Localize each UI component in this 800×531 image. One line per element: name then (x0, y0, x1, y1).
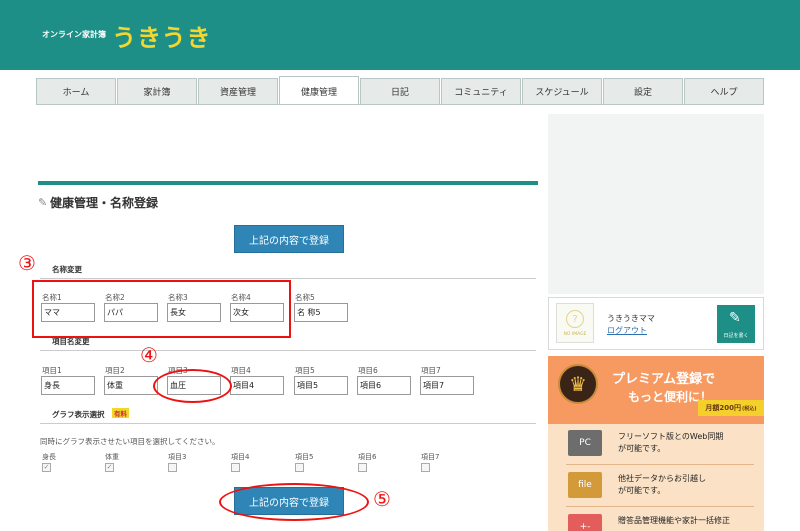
premium-feature: file 他社データからお引越し が可能です。 (566, 468, 754, 504)
item-input-7[interactable]: 項目7 (420, 376, 474, 395)
graph-checkbox-5[interactable] (295, 463, 304, 472)
price-note: (税込) (742, 405, 757, 412)
item-label-1: 項目1 (42, 366, 62, 375)
tab-community[interactable]: コミュニティ (441, 78, 521, 104)
write-diary-button[interactable]: ✎ 日記を書く (717, 305, 755, 343)
page-title: 健康管理・名称登録 (50, 196, 159, 210)
logout-link[interactable]: ログアウト (607, 325, 647, 336)
graph-checkbox-label-3: 項目3 (168, 453, 187, 461)
logo[interactable]: うきうき (112, 18, 212, 53)
annotation-highlight-item3 (153, 369, 232, 403)
tab-help[interactable]: ヘルプ (684, 78, 764, 104)
annotation-step-4: ④ (140, 343, 158, 367)
ad-placeholder (548, 114, 764, 294)
pen-icon: ✎ (729, 310, 741, 326)
name-label-5: 名称5 (295, 293, 315, 302)
item-label-4: 項目4 (231, 366, 251, 375)
item-input-1[interactable]: 身長 (41, 376, 95, 395)
tab-household-account[interactable]: 家計簿 (117, 78, 197, 104)
avatar: ? NO IMAGE (556, 303, 594, 343)
graph-checkbox-6[interactable] (358, 463, 367, 472)
graph-checkbox-label-6: 項目6 (358, 453, 377, 461)
graph-hint: 同時にグラフ表示させたい項目を選択してください。 (40, 437, 220, 446)
divider (40, 278, 536, 279)
annotation-highlight-submit (219, 483, 369, 521)
user-name: うきうきママ (607, 314, 655, 323)
graph-heading: グラフ表示選択 (52, 410, 105, 419)
calculator-icon: +- (568, 514, 602, 531)
tab-settings[interactable]: 設定 (603, 78, 683, 104)
item-label-5: 項目5 (295, 366, 315, 375)
premium-feature-text: 贈答品管理機能や家計一括修正 (618, 516, 730, 525)
computer-icon: PC (568, 430, 602, 456)
graph-checkbox-label-4: 項目4 (231, 453, 250, 461)
divider (566, 506, 754, 507)
graph-checkbox-label-7: 項目7 (421, 453, 440, 461)
crown-icon: ♛ (558, 364, 598, 404)
item-label-2: 項目2 (105, 366, 125, 375)
annotation-step-3: ③ (18, 251, 36, 275)
title-bar (38, 181, 538, 185)
site-header: オンライン家計簿 うきうき (0, 0, 800, 70)
graph-checkbox-1[interactable]: ✓ (42, 463, 51, 472)
graph-checkbox-3[interactable] (168, 463, 177, 472)
price-ribbon: 月額200円 (税込) (698, 400, 764, 416)
graph-checkbox-4[interactable] (231, 463, 240, 472)
avatar-placeholder-text: NO IMAGE (563, 332, 587, 337)
premium-feature-text: 他社データからお引越し が可能です。 (618, 474, 706, 495)
name-input-5[interactable]: 名 称5 (294, 303, 348, 322)
graph-checkbox-label-5: 項目5 (295, 453, 314, 461)
tab-health[interactable]: 健康管理 (279, 76, 359, 105)
item-input-6[interactable]: 項目6 (357, 376, 411, 395)
write-diary-label: 日記を書く (723, 333, 749, 339)
item-label-6: 項目6 (358, 366, 378, 375)
premium-banner[interactable]: ♛ プレミアム登録で もっと便利に！ 月額200円 (税込) PC フリーソフト… (548, 356, 764, 531)
annotation-step-5: ⑤ (373, 487, 391, 511)
paid-badge: 有料 (112, 408, 129, 418)
premium-feature: PC フリーソフト版とのWeb同期 が可能です。 (566, 426, 754, 462)
pencil-icon: ✎ (38, 196, 48, 209)
graph-checkbox-label-2: 体重 (105, 453, 119, 461)
item-label-7: 項目7 (421, 366, 441, 375)
item-input-2[interactable]: 体重 (104, 376, 158, 395)
premium-title: プレミアム登録で (612, 372, 716, 387)
divider (40, 423, 536, 424)
graph-checkbox-2[interactable]: ✓ (105, 463, 114, 472)
divider (566, 464, 754, 465)
question-icon: ? (566, 310, 584, 328)
tabs-divider (36, 104, 764, 105)
graph-checkbox-label-1: 身長 (42, 453, 56, 461)
names-heading: 名称変更 (52, 265, 82, 274)
price: 月額200円 (705, 404, 742, 412)
graph-checkbox-7[interactable] (421, 463, 430, 472)
tab-diary[interactable]: 日記 (360, 78, 440, 104)
annotation-highlight-names (32, 280, 291, 338)
divider (40, 350, 536, 351)
submit-button-top[interactable]: 上記の内容で登録 (234, 225, 344, 253)
file-icon: file (568, 472, 602, 498)
tab-home[interactable]: ホーム (36, 78, 116, 104)
item-input-4[interactable]: 項目4 (230, 376, 284, 395)
tab-assets[interactable]: 資産管理 (198, 78, 278, 104)
item-input-5[interactable]: 項目5 (294, 376, 348, 395)
premium-feature-text: フリーソフト版とのWeb同期 が可能です。 (618, 432, 724, 453)
tab-schedule[interactable]: スケジュール (522, 78, 602, 104)
premium-feature: +- 贈答品管理機能や家計一括修正 (566, 510, 754, 531)
logo-tagline: オンライン家計簿 (42, 30, 106, 39)
